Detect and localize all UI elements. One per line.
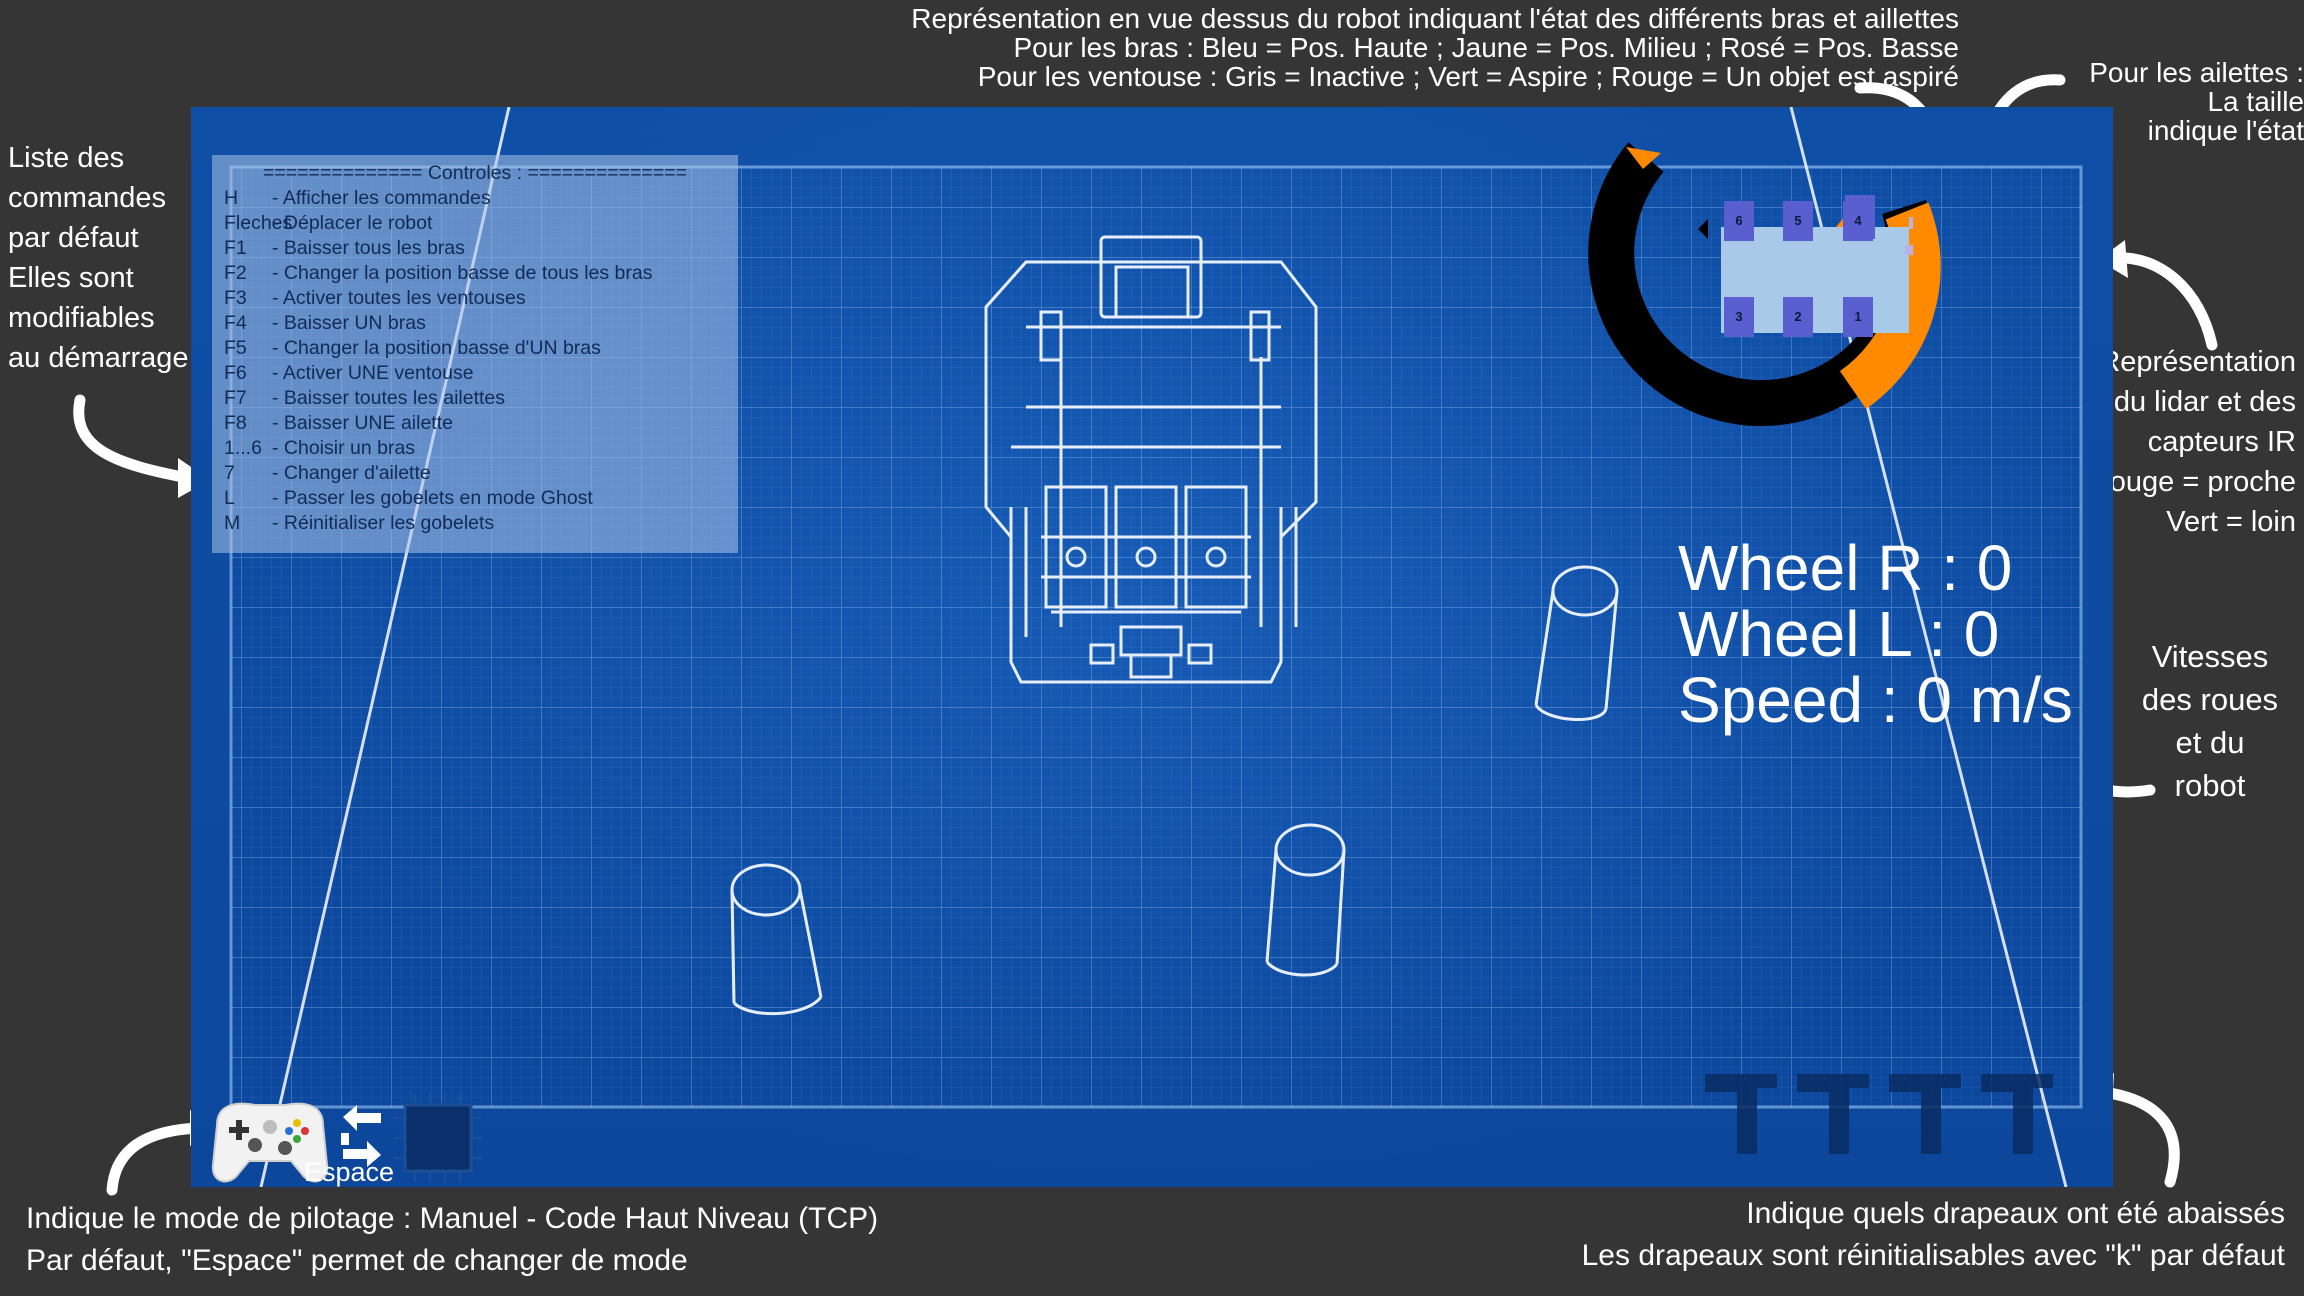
control-key: Fleches: [224, 212, 293, 234]
control-row: L - Passer les gobelets en mode Ghost: [224, 486, 726, 511]
annotation-line: Pour les ventouse : Gris = Inactive ; Ve…: [977, 61, 1959, 92]
arrow-bottom-right: [2097, 1086, 2180, 1188]
annotation-line: Les drapeaux sont réinitialisables avec …: [1581, 1239, 2285, 1272]
control-action: - Activer UNE ventouse: [272, 362, 474, 384]
control-key: M: [224, 512, 241, 534]
control-key: F5: [224, 337, 247, 359]
arm-3: 3: [1724, 297, 1754, 337]
annotation-line: des roues: [2141, 682, 2279, 717]
annotation-mode: Indique le mode de pilotage : Manuel - C…: [26, 1198, 878, 1282]
annotation-speeds: Vitesses des roues et du robot: [2125, 635, 2295, 807]
arm-2: 2: [1783, 297, 1813, 337]
annotation-line: La taille: [2207, 86, 2304, 117]
controls-title: ============== Controles : =============…: [263, 162, 687, 184]
annotation-line: robot: [2174, 768, 2246, 803]
control-row: F5 - Changer la position basse d'UN bras: [224, 336, 726, 361]
annotation-line: Liste des: [8, 142, 125, 174]
flag-icon: [1701, 1070, 1781, 1154]
control-row: F1 - Baisser tous les bras: [224, 236, 726, 261]
wheel-l-value: Wheel L : 0: [1678, 598, 2000, 670]
control-row: F4 - Baisser UN bras: [224, 311, 726, 336]
control-action: - Changer la position basse de tous les …: [272, 262, 653, 284]
arrow-right-lidar: [2109, 252, 2218, 351]
flag-icon: [1793, 1070, 1873, 1154]
control-action: - Baisser tous les bras: [272, 237, 465, 259]
control-action: - Passer les gobelets en mode Ghost: [272, 487, 593, 509]
simulation-viewport[interactable]: 654 321 ============== Controles : ======…: [191, 107, 2113, 1187]
annotation-line: Pour les bras : Bleu = Pos. Haute ; Jaun…: [1013, 32, 1960, 63]
annotation-line: Vitesses: [2151, 639, 2269, 674]
annotation-line: Indique quels drapeaux ont été abaissés: [1746, 1197, 2285, 1230]
annotation-line: Indique le mode de pilotage : Manuel - C…: [26, 1202, 879, 1235]
control-action: - Choisir un bras: [272, 437, 416, 459]
flag-icon: [1885, 1070, 1965, 1154]
mode-key-label: Espace: [304, 1157, 395, 1187]
control-action: - Réinitialiser les gobelets: [272, 512, 495, 534]
control-action: - Baisser UN bras: [272, 312, 426, 334]
annotation-line: et du: [2175, 725, 2245, 760]
arm-1: 1: [1843, 297, 1873, 337]
control-row: 7 - Changer d'ailette: [224, 461, 726, 486]
annotation-line: Elles sont: [8, 262, 134, 294]
annotation-line: du lidar et des: [2113, 386, 2296, 418]
annotation-ailettes: Pour les ailettes : La taille indique l'…: [2089, 58, 2304, 145]
control-row: F7 - Baisser toutes les ailettes: [224, 386, 726, 411]
control-row: F2 - Changer la position basse de tous le…: [224, 261, 726, 286]
control-key: 7: [224, 462, 235, 484]
arrow-left: [73, 394, 194, 484]
control-key: F8: [224, 412, 247, 434]
control-key: H: [224, 187, 239, 209]
control-action: - Changer d'ailette: [272, 462, 431, 484]
control-key: 1...6: [224, 437, 262, 459]
control-row: H - Afficher les commandes: [224, 186, 726, 211]
control-key: F1: [224, 237, 247, 259]
arm-6: 6: [1724, 201, 1754, 241]
control-key: F6: [224, 362, 247, 384]
control-action: - Afficher les commandes: [272, 187, 491, 209]
annotation-line: Vert = loin: [2166, 506, 2296, 538]
annotation-line: Représentation en vue dessus du robot in…: [911, 3, 1959, 34]
chip-icon: [393, 1093, 483, 1183]
control-action: - Changer la position basse d'UN bras: [272, 337, 601, 359]
control-key: L: [224, 487, 235, 509]
control-row: F6 - Activer UNE ventouse: [224, 361, 726, 386]
control-row: 1...6 - Choisir un bras: [224, 436, 726, 461]
annotation-flags: Indique quels drapeaux ont été abaissés …: [1582, 1193, 2285, 1277]
control-key: F4: [224, 312, 247, 334]
annotation-line: commandes: [8, 182, 166, 214]
annotation-topview-legend: Représentation en vue dessus du robot in…: [911, 4, 1959, 91]
arm-4: 4: [1843, 201, 1873, 241]
control-key: F2: [224, 262, 247, 284]
speed-value: Speed : 0 m/s: [1678, 664, 2073, 736]
control-action: - Activer toutes les ventouses: [272, 287, 526, 309]
annotation-line: au démarrage: [8, 342, 189, 374]
control-action: - Baisser toutes les ailettes: [272, 387, 506, 409]
annotation-line: par défaut: [8, 222, 139, 254]
control-row: F3 - Activer toutes les ventouses: [224, 286, 726, 311]
annotation-line: modifiables: [8, 302, 155, 334]
control-action: - Déplacer le robot: [272, 212, 433, 234]
control-row: F8 - Baisser UNE ailette: [224, 411, 726, 436]
annotation-line: capteurs IR: [2147, 426, 2296, 458]
annotation-line: Pour les ailettes :: [2089, 57, 2304, 88]
annotation-line: Rouge = proche: [2088, 466, 2296, 498]
arrow-bottom-left: [106, 1122, 206, 1196]
control-row: M - Réinitialiser les gobelets: [224, 511, 726, 536]
annotation-line: Par défaut, "Espace" permet de changer d…: [26, 1244, 688, 1277]
controls-list: H- Afficher les commandes Fleches- Déplac…: [224, 186, 726, 536]
control-action: - Baisser UNE ailette: [272, 412, 453, 434]
control-row: Fleches- Déplacer le robot: [224, 211, 726, 236]
annotation-lidar: Représentation du lidar et des capteurs …: [2089, 342, 2296, 542]
control-key: F7: [224, 387, 247, 409]
annotation-line: indique l'état: [2147, 115, 2304, 146]
wheel-r-value: Wheel R : 0: [1678, 532, 2013, 604]
arm-5: 5: [1783, 201, 1813, 241]
control-key: F3: [224, 287, 247, 309]
flag-icon: [1977, 1070, 2057, 1154]
annotation-controls-list: Liste des commandes par défaut Elles son…: [8, 138, 189, 378]
controls-panel: ============== Controles : =============…: [212, 155, 738, 553]
annotation-line: Représentation: [2099, 346, 2296, 378]
